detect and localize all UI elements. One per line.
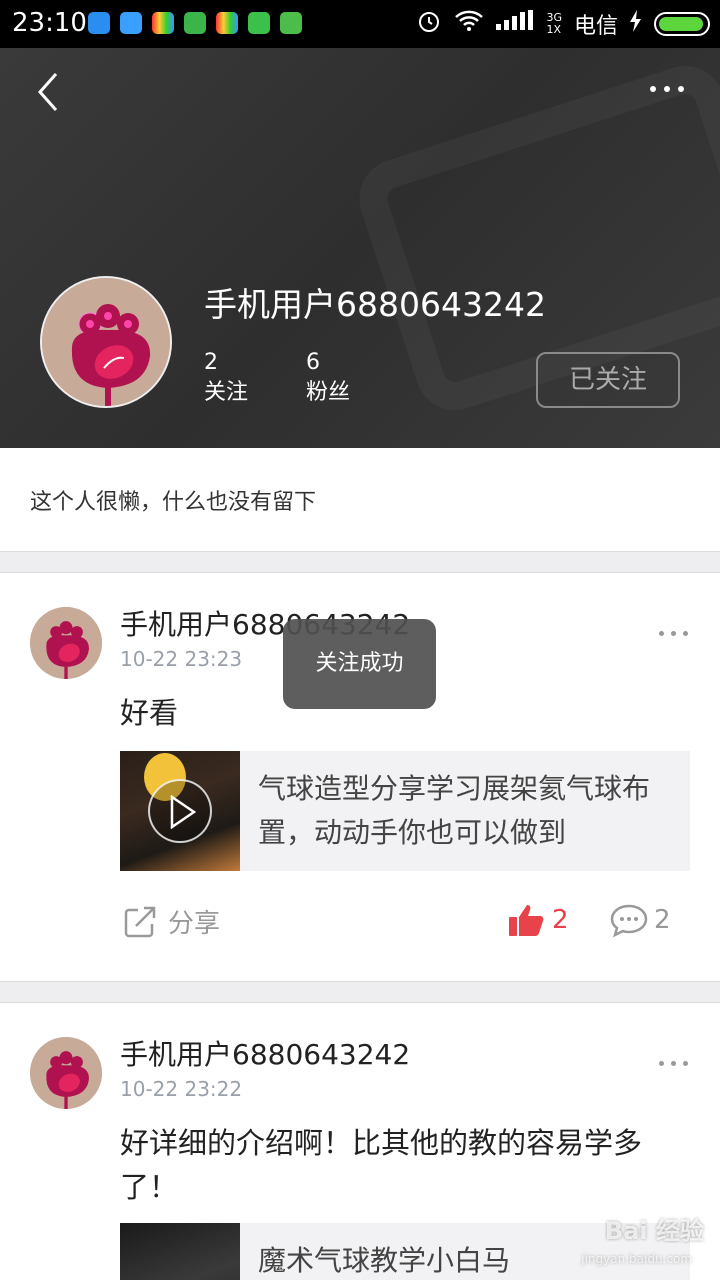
share-icon: [124, 906, 156, 937]
like-count: 2: [552, 905, 569, 935]
profile-avatar[interactable]: [40, 276, 172, 408]
followed-button[interactable]: 已关注: [536, 352, 680, 408]
article-title: 气球造型分享学习展架氦气球布置，动动手你也可以做到: [258, 772, 651, 849]
following-label: 关注: [204, 380, 249, 405]
thumbs-up-icon: [509, 905, 544, 936]
baidu-watermark-url: jingyan.baidu.com: [581, 1252, 692, 1266]
more-options-button[interactable]: [650, 86, 684, 92]
status-bar: 23:10 3G 1X 电信: [0, 0, 720, 48]
avatar-icon: [30, 1037, 102, 1109]
charging-icon: [630, 10, 642, 38]
wifi-icon: [454, 9, 484, 39]
play-icon[interactable]: [148, 779, 212, 843]
app-notification-icon: [152, 12, 174, 34]
linked-article-card[interactable]: 气球造型分享学习展架氦气球布置，动动手你也可以做到: [120, 751, 690, 871]
toast-message: 关注成功: [283, 619, 436, 709]
comment-icon: [610, 904, 648, 937]
share-label: 分享: [168, 909, 221, 939]
post-avatar[interactable]: [30, 1037, 102, 1109]
comment-button[interactable]: 2: [610, 903, 671, 937]
app-notification-icon: [184, 12, 206, 34]
avatar-icon: [42, 278, 170, 406]
carrier-name: 电信: [573, 14, 618, 39]
back-button[interactable]: [30, 70, 70, 114]
followers-stat[interactable]: 6 粉丝: [306, 348, 350, 408]
avatar-icon: [30, 607, 102, 679]
followers-count: 6: [306, 350, 320, 375]
app-notification-icon: [280, 12, 302, 34]
baidu-watermark-logo: Bai 经验: [604, 1217, 704, 1245]
profile-header: 手机用户6880643242 2 关注 6 粉丝 已关注: [0, 48, 720, 448]
network-type: 3G 1X: [546, 11, 562, 36]
signal-icon: [496, 10, 534, 38]
status-time: 23:10: [12, 8, 87, 38]
notification-icons: [88, 12, 302, 34]
app-notification-icon: [248, 12, 270, 34]
post-text: 好详细的介绍啊！比其他的教的容易学多了！: [120, 1126, 643, 1204]
battery-icon: [654, 12, 710, 36]
share-button[interactable]: 分享: [122, 903, 220, 940]
video-thumbnail[interactable]: [120, 751, 240, 871]
post-time: 10-22 23:23: [120, 647, 243, 671]
post-more-button[interactable]: [659, 1061, 688, 1066]
profile-username: 手机用户6880643242: [204, 285, 546, 324]
comment-count: 2: [654, 905, 671, 935]
app-notification-icon: [88, 12, 110, 34]
following-stat[interactable]: 2 关注: [204, 348, 248, 408]
alarm-icon: [416, 8, 442, 40]
post-more-button[interactable]: [659, 631, 688, 636]
following-count: 2: [204, 350, 218, 375]
app-notification-icon: [216, 12, 238, 34]
post-time: 10-22 23:22: [120, 1077, 243, 1101]
app-notification-icon: [120, 12, 142, 34]
post-actions: 分享 2 2: [0, 901, 720, 951]
profile-bio: 这个人很懒，什么也没有留下: [0, 448, 720, 552]
like-button[interactable]: 2: [508, 903, 569, 937]
video-thumbnail[interactable]: [120, 1223, 240, 1280]
followers-label: 粉丝: [306, 380, 351, 405]
post-avatar[interactable]: [30, 607, 102, 679]
post-author[interactable]: 手机用户6880643242: [120, 1033, 410, 1073]
